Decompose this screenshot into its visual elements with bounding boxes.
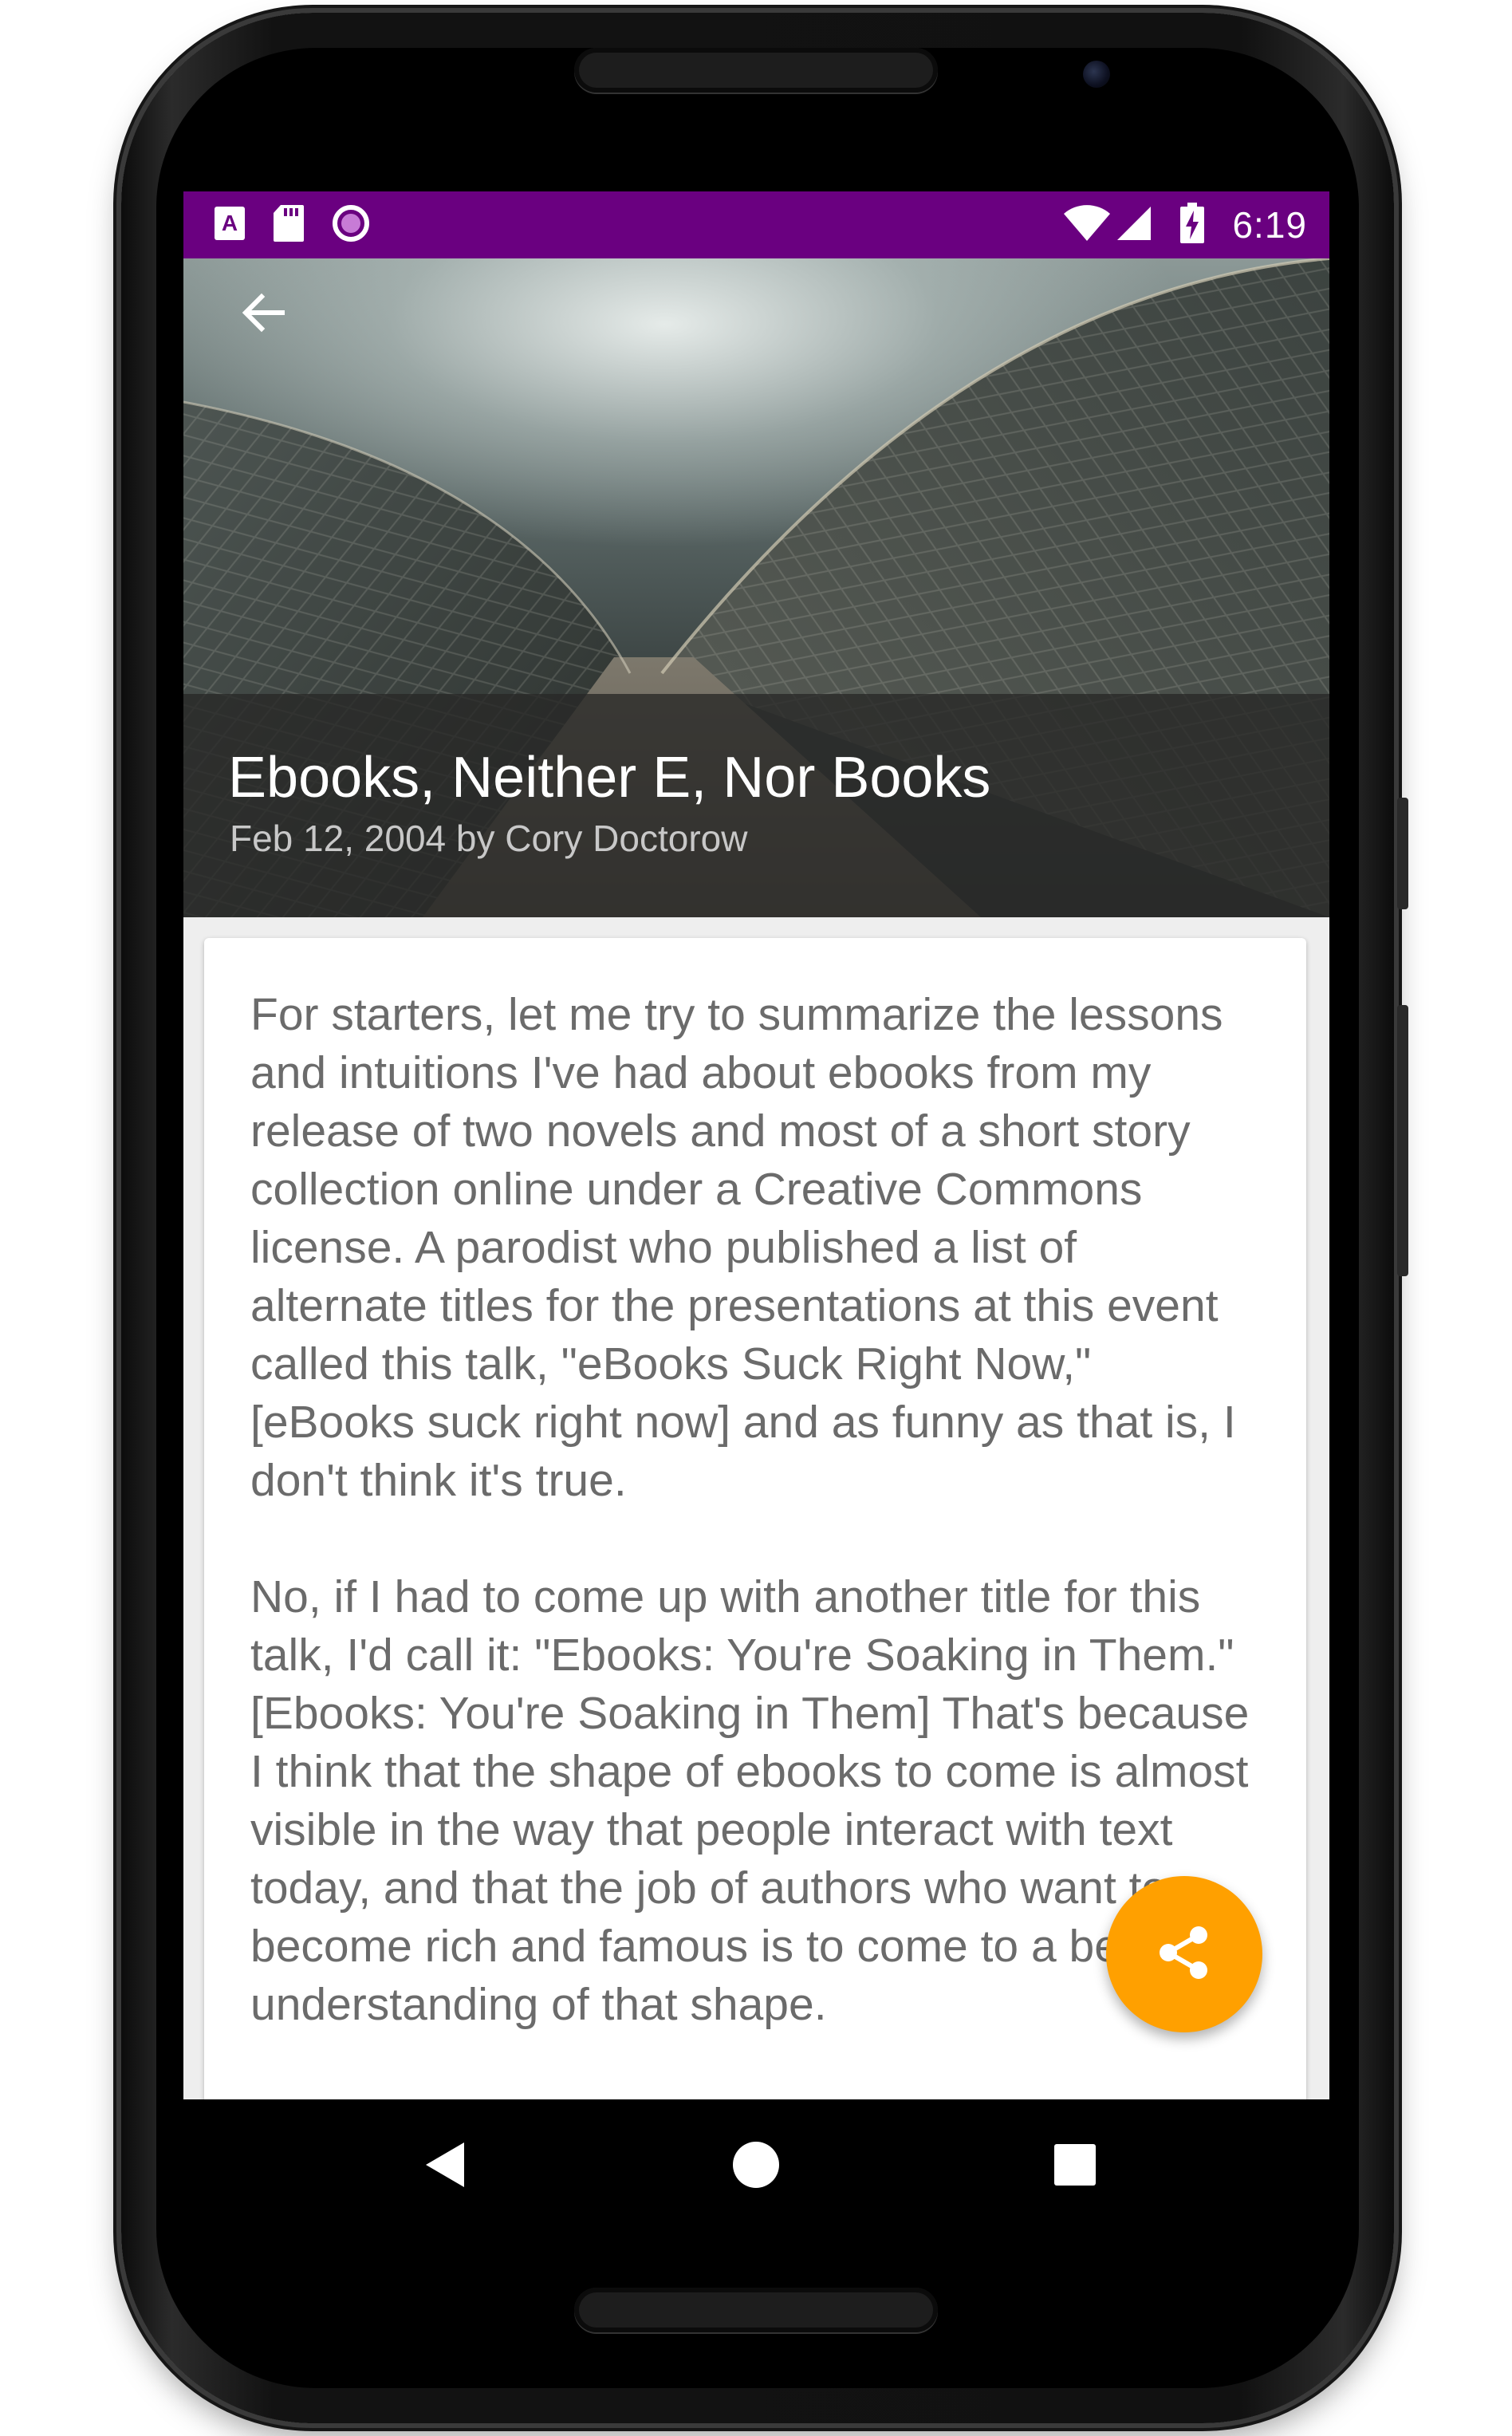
sync-circle-icon xyxy=(332,204,370,246)
share-button[interactable] xyxy=(1106,1876,1262,2032)
bottom-speaker xyxy=(574,2288,938,2332)
screen: A 6:19 Ebooks, Neither E, Nor Books Feb … xyxy=(183,191,1329,2233)
sd-card-icon xyxy=(273,204,305,246)
wifi-icon xyxy=(1063,204,1111,246)
article-paragraph: For starters, let me try to summarize th… xyxy=(250,989,1236,1506)
navigation-bar xyxy=(183,2099,1329,2233)
status-time: 6:19 xyxy=(1232,204,1307,246)
status-left-icons: A xyxy=(214,204,370,246)
nav-home-button[interactable] xyxy=(724,2134,788,2198)
font-notification-icon: A xyxy=(214,206,246,244)
battery-charging-icon xyxy=(1179,203,1205,247)
recents-square-icon xyxy=(1053,2142,1097,2190)
volume-button xyxy=(1397,1005,1408,1276)
cell-signal-icon xyxy=(1116,205,1152,245)
header-image: Ebooks, Neither E, Nor Books Feb 12, 200… xyxy=(183,258,1329,917)
power-button xyxy=(1397,798,1408,909)
article-title: Ebooks, Neither E, Nor Books xyxy=(228,746,991,810)
nav-back-button[interactable] xyxy=(413,2134,477,2198)
nav-recents-button[interactable] xyxy=(1043,2134,1107,2198)
back-button[interactable] xyxy=(215,266,311,362)
share-icon xyxy=(1152,1921,1216,1988)
front-camera xyxy=(1083,61,1110,88)
article-subtitle: Feb 12, 2004 by Cory Doctorow xyxy=(230,818,748,859)
home-circle-icon xyxy=(731,2140,781,2193)
top-speaker xyxy=(574,48,938,93)
arrow-back-icon xyxy=(238,287,289,341)
status-right-icons: 6:19 xyxy=(1063,203,1307,247)
status-bar: A 6:19 xyxy=(183,191,1329,258)
back-triangle-icon xyxy=(423,2141,467,2192)
svg-text:A: A xyxy=(222,211,238,235)
